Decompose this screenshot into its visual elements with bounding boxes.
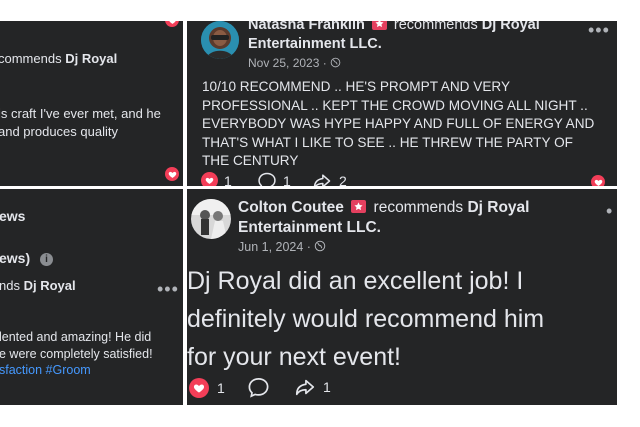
comment-button[interactable] <box>247 376 270 399</box>
page-name-link[interactable]: Dj Royal <box>467 199 529 216</box>
recommends-text: nds <box>0 278 20 293</box>
comment-count: 1 <box>283 173 291 186</box>
heart-icon <box>201 172 218 186</box>
share-icon <box>295 379 315 396</box>
review-header: commends Dj Royal <box>0 51 117 66</box>
author-name[interactable]: Colton Coutee <box>238 199 344 216</box>
like-count: 1 <box>217 380 225 396</box>
globe-icon <box>330 57 341 68</box>
page-name-link[interactable]: Dj Royal <box>482 21 540 33</box>
review-body-line: definitely would recommend him <box>187 305 545 333</box>
share-button[interactable]: 2 <box>311 171 347 186</box>
page-name-link[interactable]: Entertainment LLC. <box>238 219 381 237</box>
info-icon[interactable]: i <box>40 253 54 266</box>
post-date[interactable]: Nov 25, 2023 · <box>248 56 341 70</box>
share-button[interactable]: 1 <box>293 376 331 398</box>
more-options-icon[interactable]: ••• <box>157 280 179 298</box>
review-body-line: PROFESSIONAL .. KEPT THE CROWD MOVING AL… <box>202 97 588 113</box>
page-name-link[interactable]: Dj Royal <box>65 51 117 66</box>
review-body-line: for your next event! <box>187 343 402 371</box>
review-body-line: and produces quality <box>0 124 118 139</box>
review-body-line: EVERYBODY WAS HYPE HAPPY AND FULL OF ENE… <box>202 116 595 131</box>
like-button[interactable]: 1 <box>201 172 232 186</box>
review-header: Colton Coutee recommends Dj Royal <box>238 199 529 217</box>
globe-icon <box>315 240 326 252</box>
review-body-line: 10/10 RECOMMEND .. HE'S PROMPT AND VERY <box>202 79 511 94</box>
heart-icon[interactable] <box>165 21 179 27</box>
heart-icon <box>189 378 209 398</box>
more-options-icon[interactable]: ••• <box>588 21 610 39</box>
recommend-badge-icon <box>371 21 387 30</box>
share-count: 1 <box>323 379 331 395</box>
comment-icon <box>248 378 269 398</box>
recommend-badge-icon <box>351 200 367 213</box>
heart-icon[interactable] <box>591 175 605 186</box>
like-button[interactable]: 1 <box>189 378 225 398</box>
recommends-text: recommends <box>393 21 478 33</box>
page-name-link[interactable]: Entertainment LLC. <box>248 36 382 52</box>
comment-icon <box>258 172 276 186</box>
section-subtitle: ews) i <box>0 250 54 266</box>
section-title: ews <box>0 208 26 224</box>
review-body-line: e were completely satisfied! <box>0 347 153 361</box>
review-body-line: THAT'S WHAT I LIKE TO SEE .. HE THREW TH… <box>202 134 573 150</box>
hashtag-links[interactable]: sfaction #Groom <box>0 363 91 377</box>
like-count: 1 <box>224 172 232 187</box>
comment-button[interactable]: 1 <box>257 171 291 186</box>
review-card-natasha: Natasha Franklin recommends Dj Royal Ent… <box>187 21 617 186</box>
review-card-colton: Colton Coutee recommends Dj Royal Entert… <box>187 189 617 405</box>
review-body-line: Dj Royal did an excellent job! I <box>187 267 524 295</box>
avatar[interactable] <box>201 21 239 59</box>
share-icon <box>313 174 331 186</box>
review-header: nds Dj Royal <box>0 278 76 293</box>
recommends-text: commends <box>0 51 62 66</box>
page-name-link[interactable]: Dj Royal <box>24 278 76 293</box>
avatar[interactable] <box>191 199 231 239</box>
share-count: 2 <box>339 173 347 186</box>
review-card-top-left: commends Dj Royal is craft I've ever met… <box>0 21 183 186</box>
review-header: Natasha Franklin recommends Dj Royal <box>248 21 540 33</box>
author-name[interactable]: Natasha Franklin <box>248 21 365 33</box>
review-body-line: THE CENTURY <box>202 153 299 168</box>
review-body-line: lented and amazing! He did <box>0 330 152 344</box>
review-card-bottom-left: ews ews) i nds Dj Royal ••• lented and a… <box>0 189 183 405</box>
post-date[interactable]: Jun 1, 2024 · <box>238 240 326 254</box>
heart-icon[interactable] <box>165 167 179 181</box>
review-body-line: is craft I've ever met, and he <box>0 106 161 121</box>
recommends-text: recommends <box>373 199 464 216</box>
more-options-icon[interactable]: • <box>606 202 612 220</box>
